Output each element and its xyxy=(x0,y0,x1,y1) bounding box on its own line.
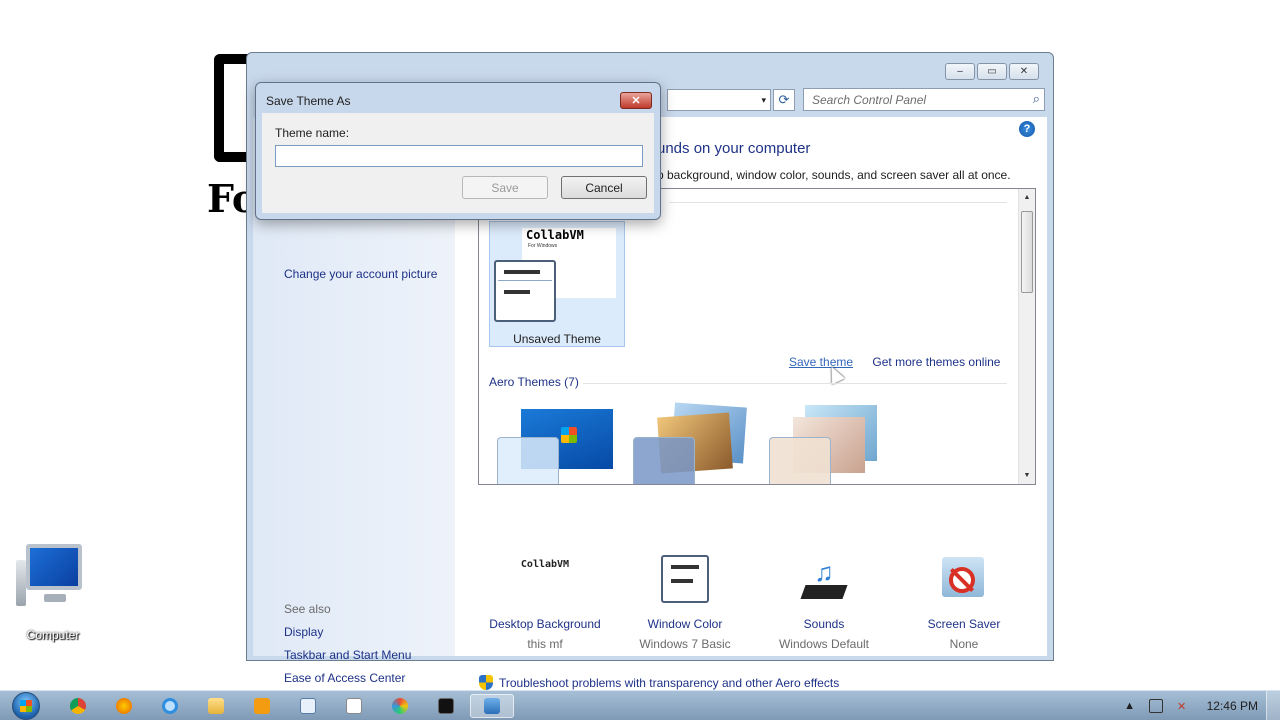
theme-name-label: Theme name: xyxy=(275,126,350,140)
paint-icon xyxy=(392,698,408,714)
minimize-button[interactable]: – xyxy=(945,63,975,80)
save-button[interactable]: Save xyxy=(462,176,548,199)
show-desktop-button[interactable] xyxy=(1266,691,1280,720)
firefox-icon xyxy=(116,698,132,714)
close-button[interactable]: ✕ xyxy=(1009,63,1039,80)
system-tray: ▲ ✕ 12:46 PM xyxy=(1117,691,1280,720)
notepad-icon xyxy=(300,698,316,714)
desktop-icon-label: Computer xyxy=(26,628,80,642)
unsaved-theme-tile[interactable]: CollabVM For Windows Unsaved Theme xyxy=(489,221,625,347)
desktop-background-setting[interactable]: CollabVM Desktop Background this mf xyxy=(480,557,610,651)
window-color-icon xyxy=(620,555,750,609)
dialog-body: Theme name: Save Cancel xyxy=(262,113,654,213)
troubleshoot-link[interactable]: Troubleshoot problems with transparency … xyxy=(479,675,839,690)
windows-orb-icon xyxy=(12,692,40,720)
desktop-background-icon: CollabVM xyxy=(520,559,570,570)
command-prompt-icon xyxy=(438,698,454,714)
file-explorer-icon xyxy=(208,698,224,714)
setting-value: Windows Default xyxy=(778,637,870,651)
taskbar: ▲ ✕ 12:46 PM xyxy=(0,690,1280,720)
sounds-icon: ♫ xyxy=(759,557,889,609)
clock[interactable]: 12:46 PM xyxy=(1207,699,1258,713)
thumbnail-text: CollabVM xyxy=(526,228,584,242)
computer-icon xyxy=(16,540,90,610)
see-also-header: See also xyxy=(284,602,331,616)
start-button[interactable] xyxy=(6,691,46,720)
aero-theme-architecture[interactable] xyxy=(629,402,751,484)
scroll-down-arrow[interactable]: ▼ xyxy=(1019,467,1035,484)
setting-value: None xyxy=(949,637,979,651)
scroll-up-arrow[interactable]: ▲ xyxy=(1019,189,1035,206)
shield-icon xyxy=(479,675,493,690)
cancel-button[interactable]: Cancel xyxy=(561,176,647,199)
address-bar[interactable]: ▾ xyxy=(667,89,771,111)
desktop-icon-computer[interactable]: Computer xyxy=(6,540,100,642)
setting-label: Window Color xyxy=(647,617,723,631)
scroll-thumb[interactable] xyxy=(1021,211,1033,293)
window-preview-icon xyxy=(494,260,556,322)
window-color-setting[interactable]: Window Color Windows 7 Basic xyxy=(620,555,750,651)
windows-logo-icon xyxy=(561,427,577,443)
divider xyxy=(583,383,1007,384)
setting-label: Desktop Background xyxy=(489,617,601,631)
sidebar-link-display[interactable]: Display xyxy=(284,625,323,639)
maximize-button[interactable]: ▭ xyxy=(977,63,1007,80)
refresh-button[interactable]: ⟳ xyxy=(773,89,795,111)
window-controls: – ▭ ✕ xyxy=(945,63,1039,80)
dialog-title: Save Theme As xyxy=(266,94,351,108)
aero-themes-header: Aero Themes (7) xyxy=(489,375,579,389)
taskbar-notepad[interactable] xyxy=(286,694,330,718)
theme-links: Save theme Get more themes online xyxy=(789,355,1016,369)
chrome-icon xyxy=(70,698,86,714)
internet-explorer-icon xyxy=(162,698,178,714)
show-hidden-icons-button[interactable]: ▲ xyxy=(1123,699,1137,713)
troubleshoot-label: Troubleshoot problems with transparency … xyxy=(499,675,840,690)
taskbar-control-panel[interactable] xyxy=(470,694,514,718)
help-icon[interactable]: ? xyxy=(1019,121,1035,137)
taskbar-firefox[interactable] xyxy=(102,694,146,718)
taskbar-cmd[interactable] xyxy=(424,694,468,718)
save-theme-link[interactable]: Save theme xyxy=(789,355,853,369)
search-input[interactable]: Search Control Panel ⌕ xyxy=(803,88,1045,111)
sidebar-link-ease-of-access[interactable]: Ease of Access Center xyxy=(284,671,405,685)
taskbar-media-player[interactable] xyxy=(240,694,284,718)
refresh-icon: ⟳ xyxy=(778,92,790,107)
document-icon xyxy=(346,698,362,714)
volume-muted-icon[interactable]: ✕ xyxy=(1175,699,1189,713)
network-icon[interactable] xyxy=(1148,699,1163,713)
unsaved-theme-label: Unsaved Theme xyxy=(513,332,601,346)
taskbar-ie[interactable] xyxy=(148,694,192,718)
control-panel-icon xyxy=(484,698,500,714)
sidebar-link-account-picture[interactable]: Change your account picture xyxy=(284,267,437,281)
setting-value: this mf xyxy=(527,637,563,651)
aero-theme-windows7[interactable] xyxy=(493,403,615,484)
setting-label: Sounds xyxy=(803,617,845,631)
taskbar-chrome[interactable] xyxy=(56,694,100,718)
sidebar-link-taskbar[interactable]: Taskbar and Start Menu xyxy=(284,648,411,662)
divider xyxy=(669,202,1007,203)
search-placeholder: Search Control Panel xyxy=(812,92,927,107)
save-theme-dialog: Save Theme As ✕ Theme name: Save Cancel xyxy=(255,82,661,220)
taskbar-explorer[interactable] xyxy=(194,694,238,718)
aero-theme-nature[interactable] xyxy=(765,403,887,484)
screen-saver-icon xyxy=(899,557,1029,609)
page-title: unds on your computer xyxy=(657,140,811,157)
dialog-close-button[interactable]: ✕ xyxy=(620,92,652,109)
chevron-down-icon[interactable]: ▾ xyxy=(761,95,766,106)
taskbar-paint[interactable] xyxy=(378,694,422,718)
theme-list[interactable]: CollabVM For Windows Unsaved Theme Save … xyxy=(478,188,1036,485)
thumbnail-subtext: For Windows xyxy=(528,243,558,249)
setting-value: Windows 7 Basic xyxy=(639,637,731,651)
theme-name-input[interactable] xyxy=(275,145,643,167)
search-icon[interactable]: ⌕ xyxy=(1033,91,1040,107)
taskbar-document[interactable] xyxy=(332,694,376,718)
setting-label: Screen Saver xyxy=(927,617,1001,631)
media-player-icon xyxy=(254,698,270,714)
theme-list-scrollbar[interactable]: ▲ ▼ xyxy=(1018,189,1035,484)
screen-saver-setting[interactable]: Screen Saver None xyxy=(899,557,1029,651)
sounds-setting[interactable]: ♫ Sounds Windows Default xyxy=(759,557,889,651)
page-description: p background, window color, sounds, and … xyxy=(657,168,1011,182)
get-more-themes-link[interactable]: Get more themes online xyxy=(872,355,1000,369)
